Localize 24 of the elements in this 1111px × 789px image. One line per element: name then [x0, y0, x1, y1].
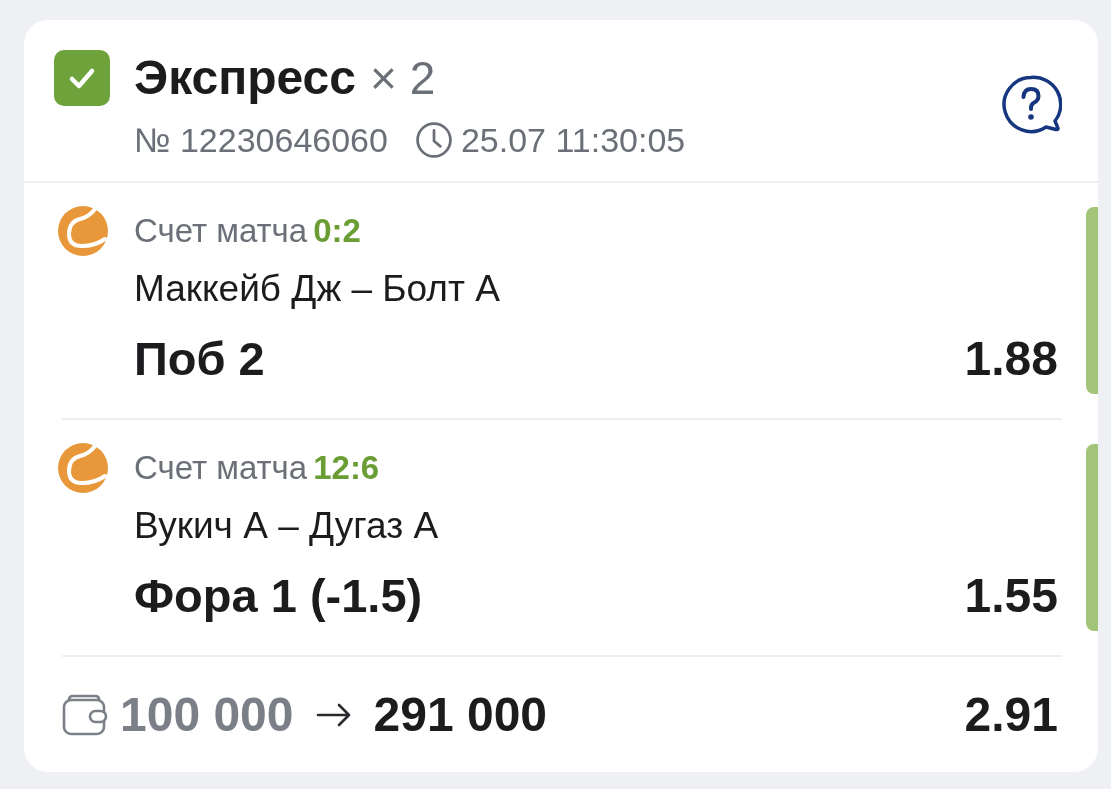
match-teams: Маккейб Дж – Болт А: [134, 267, 500, 311]
tennis-ball-icon: [58, 206, 108, 256]
bet-number: № 12230646060: [134, 120, 388, 160]
bet-title: Экспресс: [134, 50, 356, 106]
bet-pick: Поб 2: [134, 331, 265, 387]
market-label: Счет матча: [134, 448, 308, 488]
odds-value: 1.55: [964, 568, 1058, 624]
odds-value: 1.88: [964, 331, 1058, 387]
help-icon: [1000, 75, 1062, 135]
match-teams: Вукич А – Дугаз А: [134, 504, 439, 548]
clock-icon: [415, 122, 452, 158]
match-score: 12:6: [313, 448, 380, 488]
wallet-icon: [62, 693, 108, 736]
payout-amount: 291 000: [373, 686, 548, 743]
bet-pick: Фора 1 (-1.5): [134, 568, 423, 624]
tennis-ball-icon: [58, 443, 108, 493]
total-odds: 2.91: [964, 686, 1058, 743]
multiplier: × 2: [370, 51, 436, 106]
stake-amount: 100 000: [120, 686, 294, 743]
bet-datetime: 25.07 11:30:05: [460, 120, 686, 160]
arrow-icon: [315, 702, 352, 727]
market-label: Счет матча: [134, 211, 308, 251]
help-button[interactable]: [1000, 75, 1062, 135]
match-score: 0:2: [313, 211, 361, 251]
